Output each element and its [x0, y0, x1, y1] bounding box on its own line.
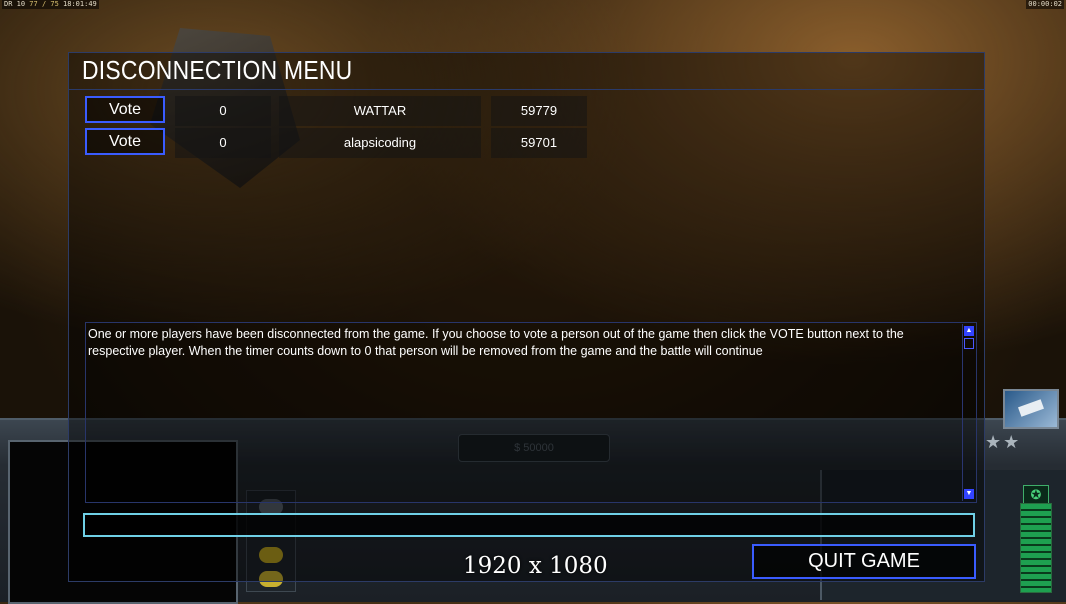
vote-count: 0	[175, 96, 271, 126]
fps-value: 77 / 75	[29, 0, 59, 8]
star-badge-icon: ✪	[1023, 485, 1049, 505]
scroll-thumb[interactable]	[964, 338, 974, 349]
player-name: alapsicoding	[279, 128, 481, 158]
message-scrollbar[interactable]: ▲ ▼	[962, 324, 975, 501]
player-name: WATTAR	[279, 96, 481, 126]
chat-input[interactable]	[83, 513, 975, 537]
disconnect-message: One or more players have been disconnect…	[88, 327, 904, 358]
game-timer: 00:00:02	[1026, 0, 1064, 9]
clock-value: 18:01:49	[63, 0, 97, 8]
vote-button[interactable]: Vote	[85, 128, 165, 155]
rank-stars-icon: ★★	[985, 432, 1022, 452]
player-ping: 59701	[491, 128, 587, 158]
dialog-title: DISCONNECTION MENU	[82, 55, 353, 85]
message-box[interactable]: One or more players have been disconnect…	[85, 322, 977, 503]
quit-game-button[interactable]: QUIT GAME	[752, 544, 976, 579]
satellite-icon[interactable]	[1003, 389, 1059, 429]
resolution-overlay: 1920 x 1080	[463, 553, 608, 579]
player-ping: 59779	[491, 96, 587, 126]
arrow-up-icon[interactable]: ▲	[964, 326, 974, 336]
vote-button[interactable]: Vote	[85, 96, 165, 123]
fps-label: DR 10	[4, 0, 26, 8]
disconnection-dialog: DISCONNECTION MENU Vote 0 WATTAR 59779 V…	[68, 52, 985, 582]
arrow-down-icon[interactable]: ▼	[964, 489, 974, 499]
power-bar	[1020, 503, 1052, 593]
title-divider	[69, 89, 984, 90]
fps-overlay: DR 10 77 / 75 18:01:49	[2, 0, 99, 9]
vote-count: 0	[175, 128, 271, 158]
